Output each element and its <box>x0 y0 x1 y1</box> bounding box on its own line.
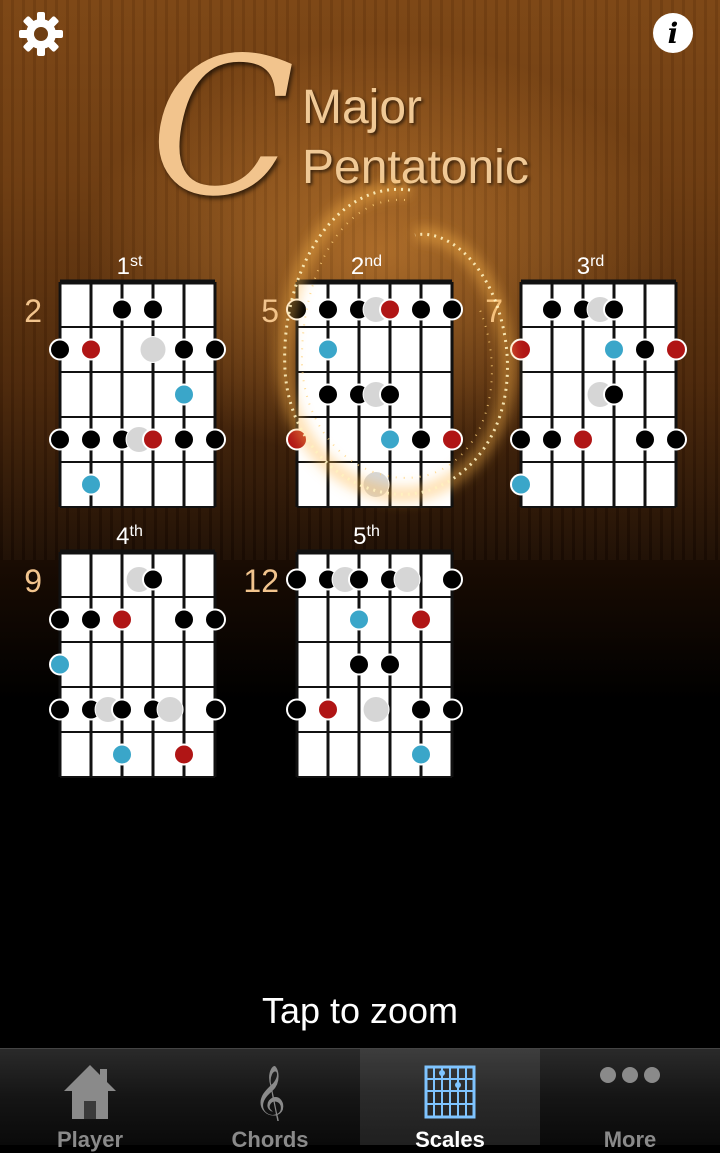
tab-chords-label: Chords <box>231 1127 309 1152</box>
note-dot <box>111 298 133 321</box>
note-dot <box>348 608 370 631</box>
root-note-dot <box>286 428 308 451</box>
position-label: 5th <box>353 523 380 550</box>
note-dot <box>348 568 370 591</box>
house-icon <box>64 1065 116 1119</box>
ghost-note-dot <box>139 336 167 363</box>
note-dot <box>541 298 563 321</box>
note-dot <box>603 298 625 321</box>
fretboard-icon <box>424 1065 476 1119</box>
note-dot <box>49 653 71 676</box>
root-note-dot <box>441 428 463 451</box>
note-dot <box>286 298 308 321</box>
position-label: 3rd <box>577 253 605 280</box>
tap-to-zoom-hint: Tap to zoom <box>261 990 459 1031</box>
tab-player[interactable]: Player <box>0 1049 180 1152</box>
fret-number: 9 <box>24 563 42 599</box>
root-note-dot <box>572 428 594 451</box>
ghost-note-dot <box>156 696 184 723</box>
note-dot <box>49 698 71 721</box>
note-dot <box>204 428 226 451</box>
position-label: 4th <box>116 523 143 550</box>
note-dot <box>111 698 133 721</box>
note-dot <box>173 383 195 406</box>
note-dot <box>441 298 463 321</box>
note-dot <box>142 298 164 321</box>
note-dot <box>111 743 133 766</box>
fret-number: 12 <box>243 563 279 599</box>
note-dot <box>510 473 532 496</box>
note-dot <box>317 338 339 361</box>
note-dot <box>49 338 71 361</box>
scale-diagram[interactable]: 5th 12 <box>243 523 463 778</box>
note-dot <box>410 698 432 721</box>
note-dot <box>603 383 625 406</box>
position-label: 1st <box>117 253 143 280</box>
tab-scales-label: Scales <box>415 1127 485 1152</box>
note-dot <box>410 298 432 321</box>
tab-chords[interactable]: 𝄞 Chords <box>180 1049 360 1152</box>
ghost-note-dot <box>362 696 390 723</box>
note-dot <box>49 608 71 631</box>
note-dot <box>541 428 563 451</box>
svg-text:𝄞: 𝄞 <box>254 1065 286 1121</box>
ghost-note-dot <box>362 471 390 498</box>
note-dot <box>510 428 532 451</box>
note-dot <box>80 428 102 451</box>
note-dot <box>603 338 625 361</box>
scale-diagram[interactable]: 4th 9 <box>24 523 226 778</box>
note-dot <box>173 338 195 361</box>
root-note-dot <box>410 608 432 631</box>
note-dot <box>665 428 687 451</box>
root-note-dot <box>80 338 102 361</box>
note-dot <box>379 383 401 406</box>
note-dot <box>379 428 401 451</box>
more-icon <box>600 1067 660 1083</box>
tab-more-label: More <box>603 1127 657 1152</box>
treble-clef-icon: 𝄞 <box>254 1065 286 1121</box>
note-dot <box>173 608 195 631</box>
tab-scales[interactable]: Scales <box>360 1049 540 1152</box>
root-note-dot <box>317 698 339 721</box>
note-dot <box>204 338 226 361</box>
note-dot <box>286 568 308 591</box>
note-dot <box>410 428 432 451</box>
note-dot <box>204 698 226 721</box>
note-dot <box>204 608 226 631</box>
scale-diagrams[interactable]: 1st 2 2nd 5 3rd 7 4th 9 5th 12 <box>0 0 720 800</box>
note-dot <box>142 568 164 591</box>
note-dot <box>49 428 71 451</box>
tab-bar: Player 𝄞 Chords Scales More <box>0 1048 720 1152</box>
note-dot <box>379 653 401 676</box>
fret-number: 7 <box>485 293 503 329</box>
tab-player-label: Player <box>56 1127 124 1152</box>
root-note-dot <box>379 298 401 321</box>
note-dot <box>80 473 102 496</box>
note-dot <box>286 698 308 721</box>
note-dot <box>410 743 432 766</box>
root-note-dot <box>510 338 532 361</box>
note-dot <box>441 568 463 591</box>
scale-diagram[interactable]: 1st 2 <box>24 253 226 508</box>
note-dot <box>80 608 102 631</box>
root-note-dot <box>142 428 164 451</box>
scale-diagram[interactable]: 2nd 5 <box>261 253 463 508</box>
note-dot <box>634 428 656 451</box>
root-note-dot <box>665 338 687 361</box>
note-dot <box>317 298 339 321</box>
root-note-dot <box>173 743 195 766</box>
ghost-note-dot <box>393 566 421 593</box>
tab-more[interactable]: More <box>540 1049 720 1152</box>
note-dot <box>441 698 463 721</box>
fret-number: 2 <box>24 293 42 329</box>
scale-diagram[interactable]: 3rd 7 <box>485 253 687 508</box>
note-dot <box>348 653 370 676</box>
position-label: 2nd <box>351 253 382 280</box>
root-note-dot <box>111 608 133 631</box>
fret-number: 5 <box>261 293 279 329</box>
note-dot <box>317 383 339 406</box>
note-dot <box>634 338 656 361</box>
note-dot <box>173 428 195 451</box>
